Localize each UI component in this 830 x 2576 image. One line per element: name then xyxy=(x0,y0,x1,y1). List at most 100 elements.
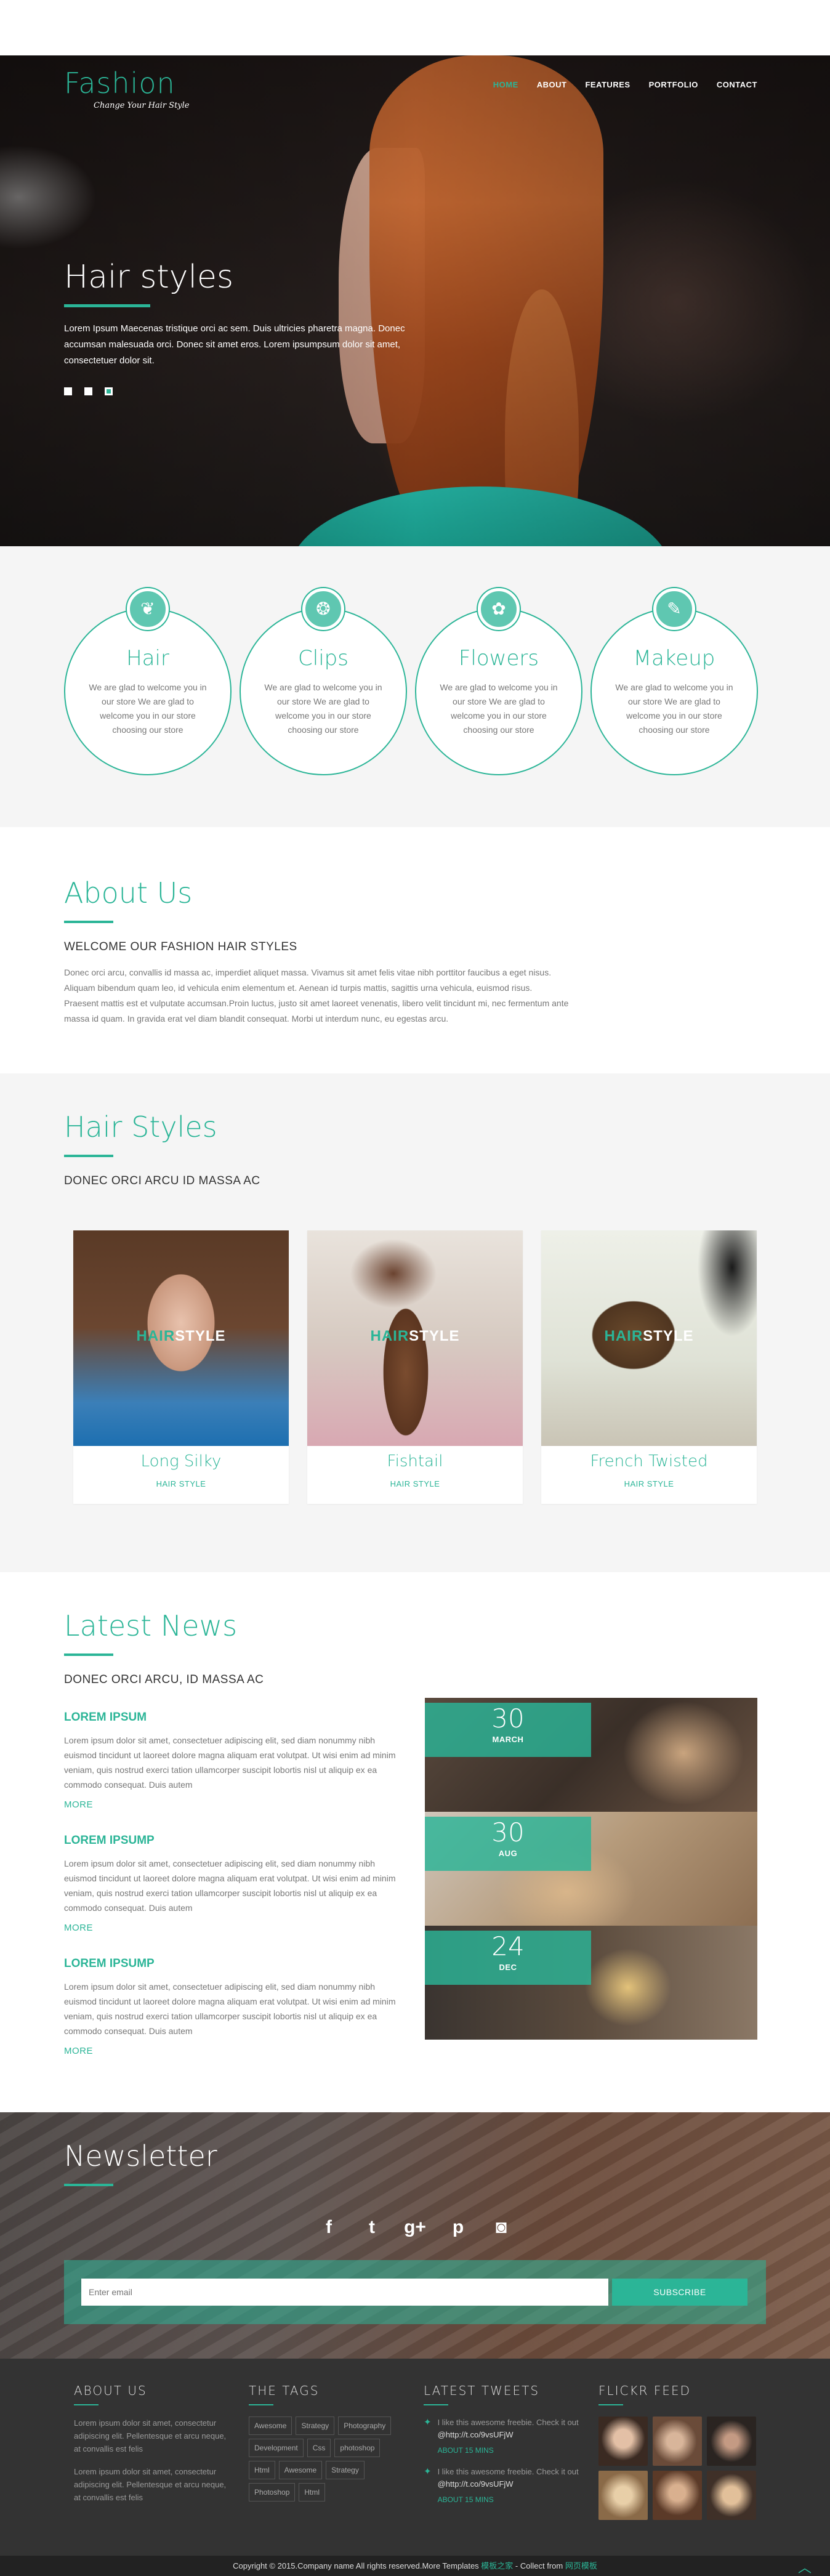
service-card-clips[interactable]: ❂ Clips We are glad to welcome you in ou… xyxy=(240,588,407,775)
hero-title: Hair styles xyxy=(64,259,234,296)
tweet-time: ABOUT 15 MINS xyxy=(437,2495,494,2504)
nav-portfolio[interactable]: PORTFOLIO xyxy=(649,80,698,89)
news-item: LOREM IPSUMP Lorem ipsum dolor sit amet,… xyxy=(64,1957,409,2056)
copyright-link-collect[interactable]: 网页模板 xyxy=(565,2561,597,2570)
news-heading[interactable]: LOREM IPSUMP xyxy=(64,1834,409,1847)
hero-section: Fashion Change Your Hair Style HOME ABOU… xyxy=(0,55,830,546)
news-title-underline xyxy=(64,1653,113,1656)
news-more-link[interactable]: MORE xyxy=(64,1799,409,1810)
service-text: We are glad to welcome you in our store … xyxy=(264,682,382,735)
style-image[interactable]: HAIRSTYLE xyxy=(307,1230,523,1446)
nav-about[interactable]: ABOUT xyxy=(537,80,567,89)
tag-link[interactable]: Css xyxy=(307,2439,331,2457)
tag-link[interactable]: Html xyxy=(299,2483,326,2501)
style-card-french-twisted[interactable]: HAIRSTYLE French Twisted HAIR STYLE xyxy=(541,1230,757,1504)
tag-link[interactable]: Strategy xyxy=(326,2461,365,2479)
facebook-icon[interactable]: f xyxy=(318,2217,340,2238)
flickr-thumb[interactable] xyxy=(598,2417,648,2466)
instagram-icon[interactable]: ◙ xyxy=(490,2217,512,2238)
twitter-icon: ✦ xyxy=(424,2417,432,2428)
nav-home[interactable]: HOME xyxy=(493,80,518,89)
tag-link[interactable]: Strategy xyxy=(296,2417,335,2435)
service-card-flowers[interactable]: ✿ Flowers We are glad to welcome you in … xyxy=(415,588,582,775)
flickr-thumb[interactable] xyxy=(653,2471,702,2520)
styles-title-underline xyxy=(64,1155,113,1157)
style-tag: HAIR STYLE xyxy=(156,1479,206,1488)
tweet: ✦ I like this awesome freebie. Check it … xyxy=(424,2417,584,2455)
about-text: Donec orci arcu, convallis id massa ac, … xyxy=(64,967,569,1024)
logo-tagline: Change Your Hair Style xyxy=(94,101,190,110)
twitter-icon: ✦ xyxy=(424,2466,432,2477)
copyright-bar: Copyright © 2015.Company name All rights… xyxy=(0,2556,830,2576)
news-title: Latest News xyxy=(64,1609,238,1642)
slider-dots xyxy=(64,387,409,395)
tag-cloud: Awesome Strategy Photography Development… xyxy=(249,2417,409,2501)
hair-styles-section: Hair Styles DONEC ORCI ARCU ID MASSA AC … xyxy=(0,1073,830,1572)
copyright-text-mid: - Collect from xyxy=(513,2561,565,2570)
footer-tweets: LATEST TWEETS ✦ I like this awesome free… xyxy=(424,2383,584,2515)
news-subtitle: DONEC ORCI ARCU, ID MASSA AC xyxy=(64,1673,264,1686)
nav-features[interactable]: FEATURES xyxy=(585,80,630,89)
tag-link[interactable]: Development xyxy=(249,2439,304,2457)
flickr-thumb[interactable] xyxy=(707,2471,756,2520)
service-card-makeup[interactable]: ✎ Makeup We are glad to welcome you in o… xyxy=(590,588,758,775)
tweet-time: ABOUT 15 MINS xyxy=(437,2446,494,2455)
email-input[interactable] xyxy=(81,2279,608,2306)
style-name[interactable]: Fishtail xyxy=(307,1452,523,1471)
tag-link[interactable]: Awesome xyxy=(249,2417,292,2435)
style-image-label: HAIRSTYLE xyxy=(604,1328,694,1344)
news-more-link[interactable]: MORE xyxy=(64,2046,409,2056)
flickr-thumb[interactable] xyxy=(598,2471,648,2520)
footer-title-underline xyxy=(249,2404,273,2405)
flickr-thumb[interactable] xyxy=(653,2417,702,2466)
style-name[interactable]: Long Silky xyxy=(73,1452,289,1471)
tag-link[interactable]: photoshop xyxy=(334,2439,381,2457)
copyright-link-templates[interactable]: 模板之家 xyxy=(481,2561,513,2570)
subscribe-form: SUBSCRIBE xyxy=(64,2260,766,2324)
news-date-day: 24 xyxy=(491,1931,525,1961)
slider-dot-3[interactable] xyxy=(105,387,113,395)
tag-link[interactable]: Html xyxy=(249,2461,275,2479)
tag-link[interactable]: Photography xyxy=(338,2417,392,2435)
news-heading[interactable]: LOREM IPSUMP xyxy=(64,1957,409,1971)
news-heading[interactable]: LOREM IPSUM xyxy=(64,1711,409,1724)
about-subtitle: WELCOME OUR FASHION HAIR STYLES xyxy=(64,940,297,953)
slider-dot-1[interactable] xyxy=(64,387,72,395)
service-card-hair[interactable]: ❦ Hair We are glad to welcome you in our… xyxy=(64,588,232,775)
google-plus-icon[interactable]: g+ xyxy=(404,2217,426,2238)
tweet-link[interactable]: @http://t.co/9vsUFjW xyxy=(438,2479,514,2489)
style-image[interactable]: HAIRSTYLE xyxy=(73,1230,289,1446)
newsletter-title: Newsletter xyxy=(64,2139,217,2173)
slider-dot-2[interactable] xyxy=(84,387,92,395)
style-card-fishtail[interactable]: HAIRSTYLE Fishtail HAIR STYLE xyxy=(307,1230,523,1504)
pinterest-icon[interactable]: p xyxy=(447,2217,469,2238)
service-title: Flowers xyxy=(458,646,539,671)
flickr-thumb[interactable] xyxy=(707,2417,756,2466)
logo[interactable]: Fashion Change Your Hair Style xyxy=(64,67,190,110)
subscribe-button[interactable]: SUBSCRIBE xyxy=(612,2279,747,2306)
about-title: About Us xyxy=(64,876,193,910)
copyright-text: Copyright © 2015.Company name All rights… xyxy=(233,2561,481,2570)
news-more-link[interactable]: MORE xyxy=(64,1923,409,1933)
style-image[interactable]: HAIRSTYLE xyxy=(541,1230,757,1446)
service-text: We are glad to welcome you in our store … xyxy=(440,682,558,735)
tweet-text: I like this awesome freebie. Check it ou… xyxy=(437,2467,579,2476)
nav-contact[interactable]: CONTACT xyxy=(717,80,757,89)
news-item: LOREM IPSUM Lorem ipsum dolor sit amet, … xyxy=(64,1711,409,1810)
news-date-badge: 30 AUG xyxy=(425,1817,591,1871)
news-image-3[interactable]: 24 DEC xyxy=(425,1926,757,2040)
back-to-top-icon[interactable]: ︿ xyxy=(798,2557,812,2576)
style-card-long-silky[interactable]: HAIRSTYLE Long Silky HAIR STYLE xyxy=(73,1230,289,1504)
style-name[interactable]: French Twisted xyxy=(541,1452,757,1471)
footer-title-underline xyxy=(74,2404,99,2405)
tweet-link[interactable]: @http://t.co/9vsUFjW xyxy=(438,2430,514,2439)
styles-subtitle: DONEC ORCI ARCU ID MASSA AC xyxy=(64,1174,260,1187)
twitter-icon[interactable]: t xyxy=(361,2217,383,2238)
footer-about-text: Lorem ipsum dolor sit amet, consectetur … xyxy=(74,2418,227,2453)
tag-link[interactable]: Photoshop xyxy=(249,2483,296,2501)
tag-link[interactable]: Awesome xyxy=(278,2461,323,2479)
news-image-1[interactable]: 30 MARCH xyxy=(425,1698,757,1812)
logo-name[interactable]: Fashion xyxy=(64,67,190,100)
news-image-2[interactable]: 30 AUG xyxy=(425,1812,757,1926)
service-text: We are glad to welcome you in our store … xyxy=(615,682,733,735)
